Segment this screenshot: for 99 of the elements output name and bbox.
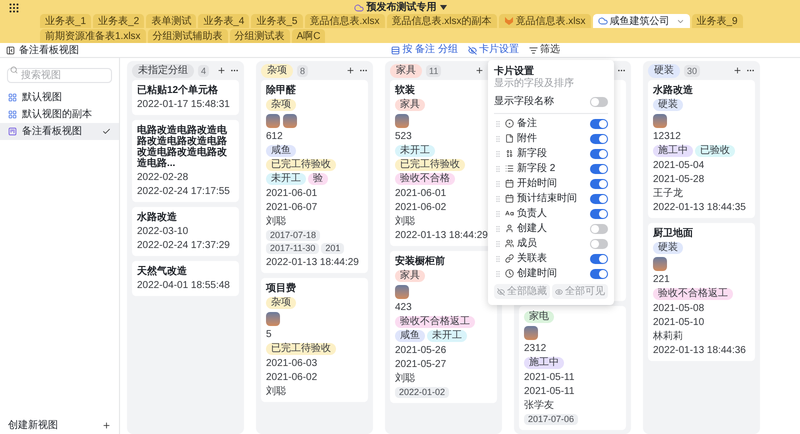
card-field-text: 2022-01-13 18:44:29 [266, 257, 360, 268]
field-name: 开始时间 [517, 176, 558, 191]
popup-subtitle: 显示的字段及排序 [494, 78, 575, 90]
card-title: 水路改造 [653, 85, 694, 96]
date-tag: 201 [321, 243, 344, 254]
tag: 未开工 [266, 173, 306, 185]
tag: 杂项 [266, 99, 296, 111]
tag: 家具 [395, 99, 425, 111]
card-field-text: 2021-05-28 [653, 174, 706, 185]
card-title: 天然气改造 [137, 266, 188, 277]
card-field-text: 2022-01-13 18:44:29 [395, 230, 489, 241]
card-title: 电路改造电路改造电路改造电路改造电路改造电路改造电路改造电路... [137, 125, 228, 169]
card-field-text: 612 [266, 131, 284, 142]
tag: 验收不合格返工 [653, 288, 733, 300]
tag: 家电 [524, 311, 554, 323]
card-field-text: 2022-02-24 17:17:55 [137, 186, 231, 197]
group-label: 未指定分组 [132, 64, 194, 78]
tag: 硬装 [653, 99, 683, 111]
card-field-text: 2021-05-11 [524, 372, 576, 383]
tag: 咸鱼 [395, 330, 425, 342]
card-title: 厨卫地面 [653, 228, 694, 239]
field-name: 预计结束时间 [517, 192, 578, 206]
card-field-text: 2021-06-02 [395, 202, 448, 213]
card-field-text: 2022-01-13 18:44:35 [653, 202, 747, 213]
date-tag: 2017-11-30 [266, 243, 320, 254]
group-label: 杂项 [261, 64, 293, 78]
date-tag: 2017-07-18 [266, 230, 320, 241]
tag: 已完工待验收 [266, 159, 336, 171]
tag: 杂项 [266, 297, 296, 309]
card-field-text: 刘聪 [266, 386, 287, 397]
tag: 家具 [395, 270, 425, 282]
view-name: 备注看板视图 [19, 44, 79, 58]
tag: 施工中 [653, 145, 693, 157]
tag: 施工中 [524, 357, 564, 369]
group-label: 家具 [390, 64, 422, 78]
app-title: 预发布测试专用 [366, 0, 436, 15]
card-field-text: 2022-01-13 18:44:36 [653, 345, 747, 356]
card-field-text: 刘聪 [266, 216, 287, 227]
card-field-text: 2022-02-24 17:37:29 [137, 240, 231, 251]
field-name: 附件 [517, 132, 538, 146]
field-name: 负责人 [517, 206, 548, 221]
tag: 已完工待验收 [395, 159, 465, 171]
tag: 验收不合格 [395, 173, 455, 185]
group-label: 硬装 [648, 64, 680, 78]
card-field-text: 2022-02-28 [137, 172, 190, 183]
date-tag: 2022-01-02 [395, 387, 450, 398]
tag: 未开工 [395, 145, 435, 157]
card-field-text: 2022-03-10 [137, 226, 190, 237]
field-name: 新字段 2 [517, 162, 556, 176]
tag: 已验收 [695, 145, 735, 157]
count-badge: 11 [426, 64, 442, 76]
card-field-text: 刘聪 [395, 216, 416, 227]
card-field-text: 5 [266, 329, 273, 340]
field-name: 新字段 [517, 146, 548, 161]
count-badge: 4 [198, 64, 210, 76]
setting-label: 显示字段名称 [494, 94, 554, 109]
card-title: 软装 [395, 85, 416, 96]
card-field-text: 2021-05-11 [524, 386, 576, 397]
card-field-text: 2021-06-02 [266, 372, 318, 383]
card-field-text: 2021-06-01 [266, 188, 318, 199]
card-field-text: 2022-04-01 18:55:48 [137, 280, 231, 291]
card-field-text: 2021-06-03 [266, 358, 318, 369]
card-field-text: 2021-05-10 [653, 317, 706, 328]
card-field-text: 2021-05-08 [653, 303, 706, 314]
card-title: 水路改造 [137, 212, 178, 223]
count-badge: 8 [297, 64, 308, 76]
field-name: 创建人 [517, 222, 548, 236]
tag: 咸鱼 [266, 145, 296, 157]
card-field-text: 221 [653, 274, 671, 285]
date-tag: 2017-07-06 [524, 414, 578, 425]
field-name: 成员 [517, 236, 538, 251]
card-field-text: 2021-05-04 [653, 160, 706, 171]
count-badge: 30 [684, 64, 700, 76]
card-field-text: 523 [395, 131, 413, 142]
field-name: 备注 [517, 116, 538, 131]
card-title: 项目费 [266, 283, 297, 294]
card-field-text: 2021-06-07 [266, 202, 318, 213]
field-name: 关联表 [517, 252, 548, 266]
tag: 未开工 [427, 330, 467, 342]
card-title: 安装橱柜前 [395, 256, 446, 267]
card-field-text: 2021-06-01 [395, 188, 448, 199]
card-field-text: 林莉莉 [653, 331, 684, 342]
card-field-text: 2022-01-17 15:48:31 [137, 99, 231, 110]
card-title: 已粘贴12个单元格 [137, 85, 220, 96]
card-field-text: 2021-05-26 [395, 345, 448, 356]
tag: 已完工待验收 [266, 343, 336, 355]
card-field-text: 12312 [653, 131, 682, 142]
card-field-text: 2021-05-27 [395, 359, 448, 370]
tag: 硬装 [653, 242, 683, 254]
card-field-text: 张学友 [524, 400, 555, 411]
field-name: 创建时间 [517, 266, 558, 281]
card-field-text: 423 [395, 302, 413, 313]
tag: 验 [308, 173, 328, 185]
popup-title: 卡片设置 [494, 66, 535, 78]
card-title: 除甲醛 [266, 85, 297, 96]
tag: 验收不合格返工 [395, 316, 475, 328]
card-field-text: 王子龙 [653, 188, 684, 199]
card-field-text: 2312 [524, 343, 548, 354]
card-field-text: 刘聪 [395, 373, 416, 384]
